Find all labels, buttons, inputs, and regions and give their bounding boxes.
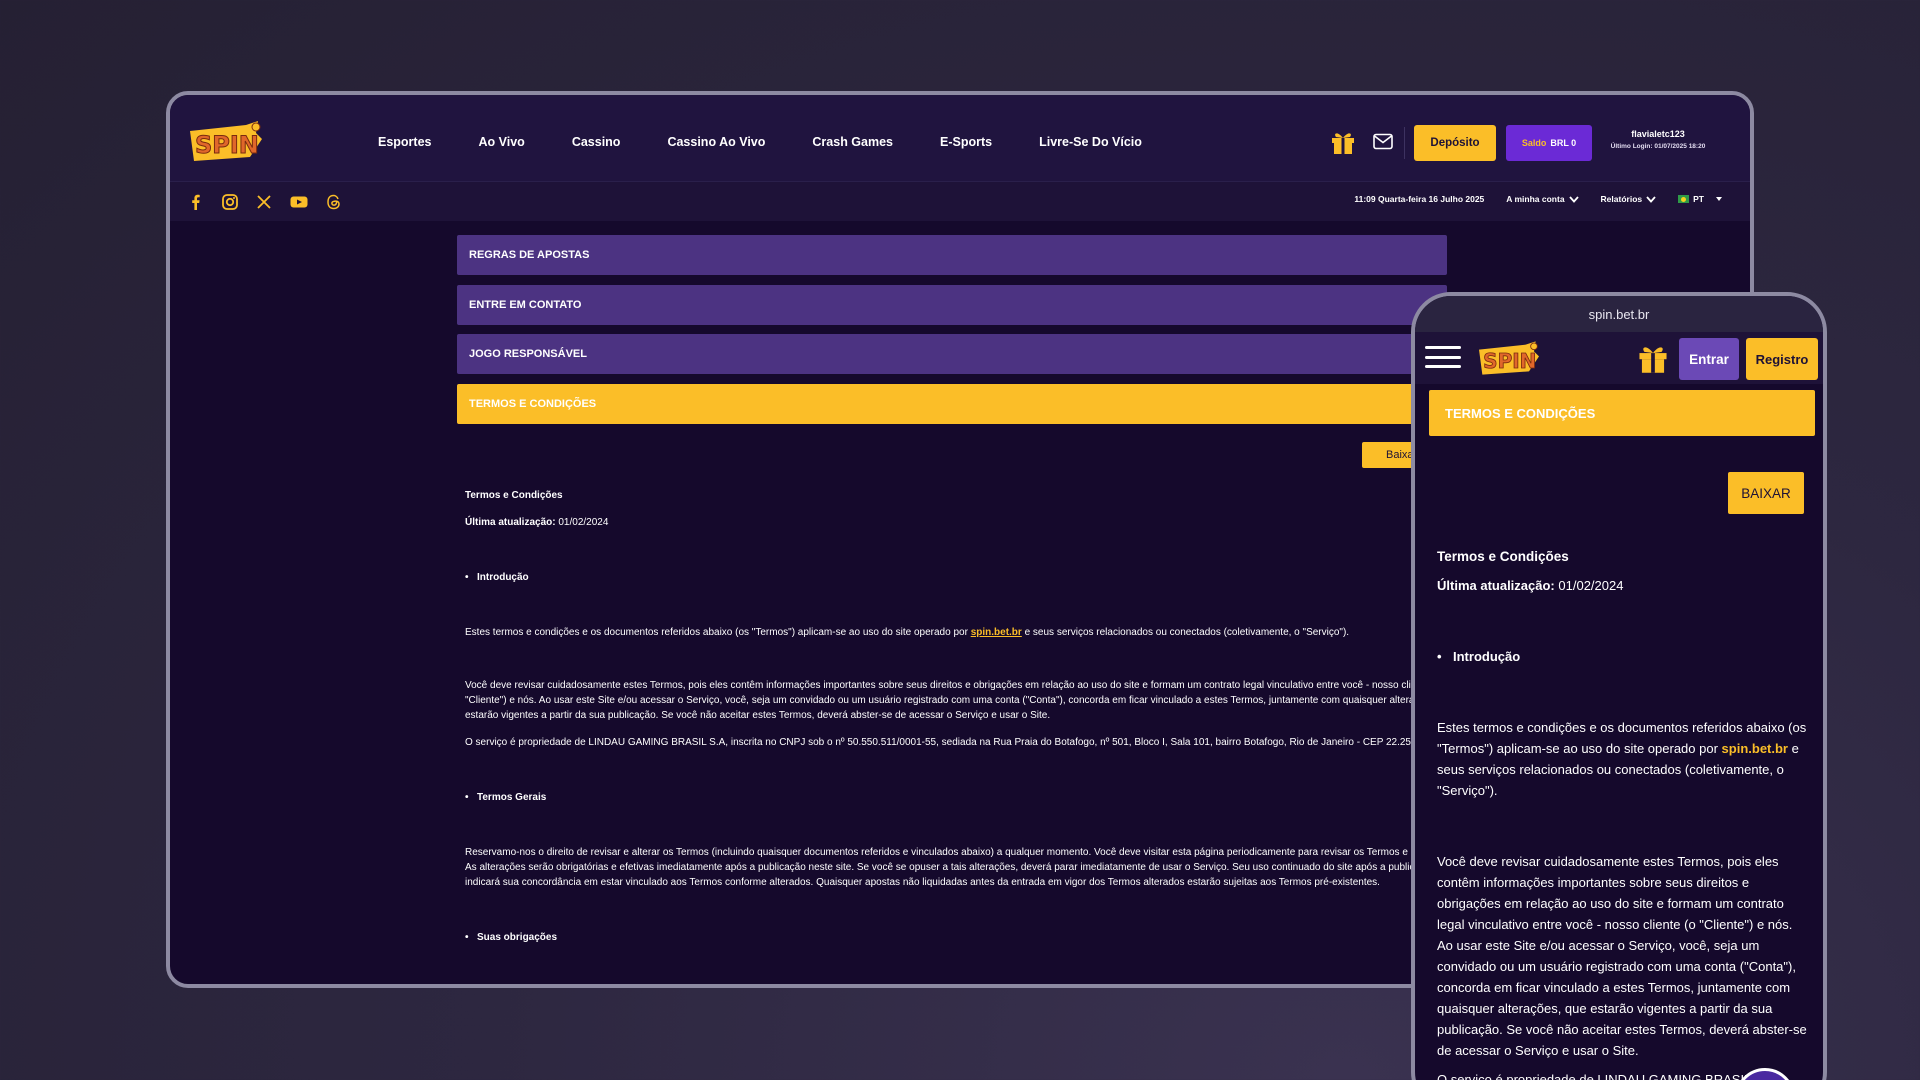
nav-cassino-ao-vivo[interactable]: Cassino Ao Vivo [667,135,765,149]
account-dropdown[interactable]: A minha conta [1506,194,1579,204]
doc-paragraph-1: Estes termos e condições e os documentos… [465,625,1465,640]
doc-updated: Última atualização: 01/02/2024 [465,515,1465,530]
social-links [188,194,342,210]
section-regras-de-apostas[interactable]: REGRAS DE APOSTAS [457,235,1447,275]
balance-badge[interactable]: Saldo BRL 0 [1506,125,1592,161]
language-label: PT [1693,194,1704,204]
x-icon[interactable] [256,194,272,210]
account-dropdown-label: A minha conta [1506,194,1565,204]
general-terms-heading: Termos Gerais [465,790,1465,805]
language-dropdown[interactable]: PT [1678,194,1722,204]
p1-text-before: Estes termos e condições e os documentos… [465,627,968,638]
site-link[interactable]: spin.bet.br [971,627,1022,638]
nav-livre-se-do-vicio[interactable]: Livre-Se Do Vício [1039,135,1142,149]
nav-crash-games[interactable]: Crash Games [812,135,893,149]
gift-icon[interactable] [1637,342,1669,374]
user-info[interactable]: flavialetc123 Último Login: 01/07/2025 1… [1598,129,1718,150]
balance-value: BRL 0 [1550,138,1577,148]
spin-logo[interactable]: SPIN [1475,338,1543,378]
sub-navbar: 11:09 Quarta-feira 16 Julho 2025 A minha… [170,181,1750,221]
section-termos-e-condicoes[interactable]: TERMOS E CONDIÇÕES [457,383,1447,424]
login-button[interactable]: Entrar [1679,338,1739,380]
facebook-icon[interactable] [188,194,204,210]
p1-text-after: e seus serviços relacionados ou conectad… [1024,627,1350,638]
section-termos-e-condicoes[interactable]: TERMOS E CONDIÇÕES [1429,390,1815,436]
reports-dropdown-label: Relatórios [1600,194,1643,204]
reports-dropdown[interactable]: Relatórios [1601,194,1657,204]
nav-ao-vivo[interactable]: Ao Vivo [479,135,525,149]
youtube-icon[interactable] [290,194,308,210]
header-divider [1404,127,1405,159]
nav-esportes[interactable]: Esportes [378,135,432,149]
nav-cassino[interactable]: Cassino [572,135,621,149]
doc-title: Termos e Condições [1437,549,1569,564]
last-login: Último Login: 01/07/2025 18:20 [1610,143,1706,150]
gift-icon[interactable] [1330,129,1356,155]
svg-text:SPIN: SPIN [1483,349,1536,373]
mobile-phone-frame: spin.bet.br SPIN Entrar Registro TERMOS … [1411,292,1827,1080]
datetime: 11:09 Quarta-feira 16 Julho 2025 [1354,194,1485,204]
mobile-header: SPIN Entrar Registro [1415,332,1823,384]
intro-heading: Introdução [465,570,1465,585]
top-navbar: SPIN Esportes Ao Vivo Cassino Cassino Ao… [170,95,1750,221]
terms-document: Termos e Condições Última atualização: 0… [465,488,1465,945]
download-button[interactable]: BAIXAR [1728,472,1804,514]
main-nav: Esportes Ao Vivo Cassino Cassino Ao Vivo… [378,135,1189,149]
chevron-down-icon [1568,195,1579,203]
terms-document: Termos e Condições Última atualização: 0… [1437,546,1807,1080]
doc-paragraph-4: Reservamo-nos o direito de revisar e alt… [465,847,1461,888]
doc-paragraph-3: O serviço é propriedade de LINDAU GAMING… [465,737,1439,748]
instagram-icon[interactable] [222,194,238,210]
section-jogo-responsavel[interactable]: JOGO RESPONSÁVEL [457,334,1447,374]
spin-logo[interactable]: SPIN [186,117,266,165]
site-link[interactable]: spin.bet.br [1722,741,1788,756]
doc-updated: Última atualização: 01/02/2024 [1437,575,1807,596]
doc-paragraph-1: Estes termos e condições e os documentos… [1437,717,1807,801]
intro-heading: Introdução [1437,646,1807,667]
register-button[interactable]: Registro [1746,338,1818,380]
nav-e-sports[interactable]: E-Sports [940,135,992,149]
mobile-url-bar[interactable]: spin.bet.br [1415,296,1823,332]
sub-nav-right: 11:09 Quarta-feira 16 Julho 2025 A minha… [1354,194,1722,204]
doc-paragraph-2: Você deve revisar cuidadosamente estes T… [1437,854,1807,1058]
threads-icon[interactable] [326,194,342,210]
doc-updated-date: 01/02/2024 [558,517,609,528]
hamburger-menu-icon[interactable] [1425,346,1461,368]
deposit-button[interactable]: Depósito [1414,125,1496,161]
username: flavialetc123 [1631,129,1685,139]
doc-updated-label: Última atualização: [1437,578,1555,593]
section-accordion: REGRAS DE APOSTAS ENTRE EM CONTATO JOGO … [457,235,1447,433]
doc-updated-date: 01/02/2024 [1558,578,1624,593]
balance-label: Saldo [1521,138,1547,148]
chevron-down-icon [1646,195,1656,203]
mail-icon[interactable] [1373,133,1393,150]
doc-paragraph-2: Você deve revisar cuidadosamente estes T… [465,680,1458,721]
doc-title: Termos e Condições [465,490,563,501]
doc-updated-label: Última atualização: [465,517,556,528]
caret-down-icon [1716,197,1722,201]
obligations-heading: Suas obrigações [465,930,1465,945]
svg-text:SPIN: SPIN [195,131,259,159]
section-entre-em-contato[interactable]: ENTRE EM CONTATO [457,284,1447,325]
brazil-flag-icon [1678,195,1690,203]
